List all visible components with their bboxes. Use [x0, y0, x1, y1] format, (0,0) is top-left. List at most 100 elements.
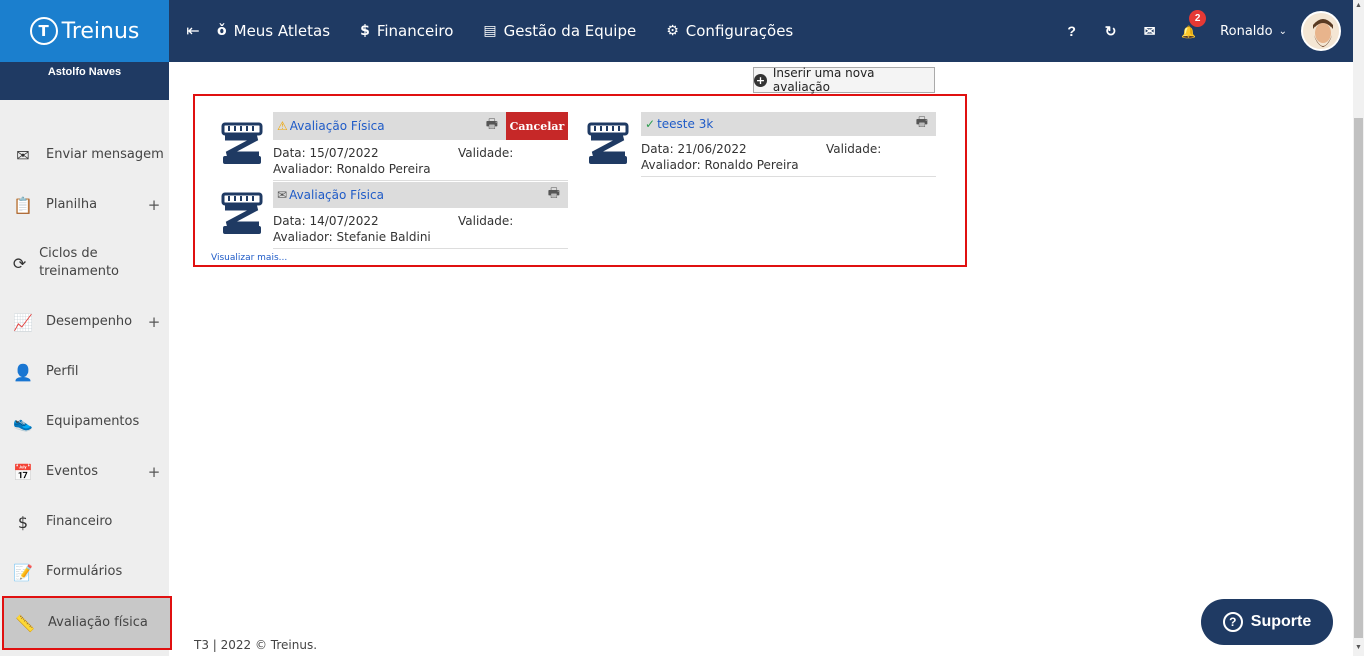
measure-tape-icon: 📏	[15, 613, 35, 633]
new-evaluation-button[interactable]: + Inserir uma nova avaliação	[753, 66, 935, 94]
sidebar-item-label: Ciclos de treinamento	[39, 246, 120, 279]
cancel-button[interactable]: Cancelar	[506, 112, 568, 140]
evaluation-title-link[interactable]: Avaliação Física	[290, 119, 385, 133]
print-icon[interactable]: 🖶	[486, 115, 498, 137]
measure-tape-icon	[221, 122, 263, 164]
evaluation-validity: Validade:	[458, 214, 514, 228]
sidebar-item-enviar-mensagem[interactable]: ✉ Enviar mensagem	[0, 135, 169, 175]
nav-label: Configurações	[685, 22, 794, 40]
sidebar-item-label: Eventos	[46, 464, 98, 479]
avatar[interactable]	[1301, 11, 1341, 51]
sidebar-toggle-icon[interactable]: ⇤	[169, 21, 217, 41]
expand-plus-icon[interactable]: +	[139, 196, 169, 214]
gears-icon: ⚙	[666, 23, 679, 39]
evaluation-validity: Validade:	[826, 142, 882, 156]
logo-mark-icon: T	[29, 17, 58, 45]
evaluation-evaluator: Avaliador: Ronaldo Pereira	[273, 162, 431, 176]
sidebar-item-desempenho[interactable]: 📈 Desempenho +	[0, 302, 169, 342]
scroll-up-icon[interactable]: ▲	[1354, 2, 1363, 12]
page-scrollbar[interactable]: ▲ ▼	[1353, 0, 1364, 656]
check-icon: ✓	[645, 117, 656, 131]
sidebar-item-label: Planilha	[46, 197, 98, 212]
support-label: Suporte	[1250, 613, 1312, 630]
top-navbar: ⇤ ǒ Meus Atletas $ Financeiro ▤ Gestão d…	[169, 0, 1353, 62]
evaluation-details: ⚠ Avaliação Física 🖶 Cancelar Data: 15/0…	[273, 112, 568, 181]
calendar-icon: 📅	[13, 462, 33, 482]
help-icon[interactable]: ?	[1052, 23, 1091, 39]
evaluation-info: Data: 21/06/2022 Validade: Avaliador: Ro…	[641, 136, 936, 176]
evaluation-details: ✉ Avaliação Física 🖶 Data: 14/07/2022 Va…	[273, 182, 568, 249]
user-menu-name[interactable]: Ronaldo	[1220, 24, 1272, 39]
nav-meus-atletas[interactable]: ǒ Meus Atletas	[217, 22, 330, 40]
new-evaluation-label: Inserir uma nova avaliação	[772, 66, 875, 94]
contact-card-icon: ▤	[483, 23, 497, 39]
evaluation-header: ✉ Avaliação Física 🖶	[273, 182, 568, 208]
shoe-icon: 👟	[13, 412, 33, 432]
nav-financeiro[interactable]: $ Financeiro	[360, 22, 453, 40]
notifications-bell-icon[interactable]: 🔔 2	[1169, 10, 1208, 39]
sidebar-item-eventos[interactable]: 📅 Eventos +	[0, 452, 169, 492]
treinus-logo: T Treinus	[29, 17, 140, 45]
sidebar-item-label: Perfil	[46, 364, 79, 379]
sidebar-item-label: Enviar mensagem	[46, 147, 164, 162]
sidebar-item-label: Desempenho	[46, 314, 133, 329]
envelope-icon: ✉	[277, 188, 288, 202]
sidebar-item-formularios[interactable]: 📝 Formulários	[0, 552, 169, 592]
chevron-down-icon[interactable]: ⌄	[1279, 26, 1287, 37]
print-icon[interactable]: 🖶	[548, 184, 560, 206]
evaluation-details: ✓ teeste 3k 🖶 Data: 21/06/2022 Validade:…	[641, 112, 936, 177]
nav-label: Financeiro	[376, 22, 454, 40]
sidebar-item-equipamentos[interactable]: 👟 Equipamentos	[0, 402, 169, 442]
evaluation-date: Data: 14/07/2022	[273, 214, 379, 228]
evaluation-info: Data: 15/07/2022 Validade: Avaliador: Ro…	[273, 140, 568, 180]
evaluation-date: Data: 15/07/2022	[273, 146, 379, 160]
nav-gestao-equipe[interactable]: ▤ Gestão da Equipe	[483, 22, 636, 40]
scroll-thumb[interactable]	[1354, 118, 1363, 638]
envelope-icon: ✉	[16, 145, 30, 165]
question-circle-icon: ?	[1222, 612, 1243, 632]
plus-circle-icon: +	[754, 73, 767, 87]
evaluation-header: ✓ teeste 3k 🖶	[641, 112, 936, 136]
user-icon: 👤	[13, 362, 33, 382]
evaluation-title-link[interactable]: teeste 3k	[657, 117, 713, 131]
form-edit-icon: 📝	[13, 562, 33, 582]
evaluation-info: Data: 14/07/2022 Validade: Avaliador: St…	[273, 208, 568, 248]
sidebar-item-planilha[interactable]: 📋 Planilha +	[0, 185, 169, 225]
sidebar-item-financeiro[interactable]: $ Financeiro	[0, 502, 169, 542]
footer-text: T3 | 2022 © Treinus.	[194, 638, 318, 652]
sidebar-item-label: Avaliação física	[48, 615, 148, 630]
sidebar-item-perfil[interactable]: 👤 Perfil	[0, 352, 169, 392]
nav-label: Gestão da Equipe	[503, 22, 637, 40]
nav-configuracoes[interactable]: ⚙ Configurações	[666, 22, 793, 40]
print-icon[interactable]: 🖶	[916, 113, 928, 135]
sidebar-item-avaliacao-fisica[interactable]: 📏 Avaliação física	[2, 596, 172, 650]
sidebar-item-label: Financeiro	[46, 514, 113, 529]
mail-icon[interactable]: ✉	[1130, 23, 1169, 40]
bell-icon: 🔔	[1181, 25, 1197, 39]
athlete-name: Astolfo Naves	[0, 62, 169, 100]
see-more-link[interactable]: Visualizar mais...	[211, 253, 287, 263]
notification-count-badge: 2	[1189, 10, 1207, 27]
expand-plus-icon[interactable]: +	[139, 463, 169, 481]
dollar-icon: $	[360, 23, 370, 39]
evaluation-evaluator: Avaliador: Ronaldo Pereira	[641, 158, 799, 172]
support-button[interactable]: ? Suporte	[1201, 599, 1333, 645]
sidebar-item-label: Formulários	[46, 564, 123, 579]
chart-line-icon: 📈	[13, 312, 33, 332]
evaluation-header: ⚠ Avaliação Física 🖶 Cancelar	[273, 112, 568, 140]
top-right-actions: ? ↻ ✉ 🔔 2 Ronaldo ⌄	[1052, 10, 1353, 51]
measure-tape-icon	[221, 192, 263, 234]
evaluation-evaluator: Avaliador: Stefanie Baldini	[273, 230, 431, 244]
sidebar-item-ciclos[interactable]: ⟳ Ciclos de treinamento	[0, 243, 169, 283]
scroll-down-icon[interactable]: ▼	[1354, 644, 1363, 654]
evaluation-validity: Validade:	[458, 146, 514, 160]
brand-logo-area[interactable]: T Treinus	[0, 0, 169, 62]
evaluation-title-link[interactable]: Avaliação Física	[289, 188, 384, 202]
sync-icon[interactable]: ↻	[1091, 23, 1130, 40]
brand-name: Treinus	[61, 18, 140, 44]
medal-icon: ǒ	[217, 23, 227, 39]
nav-label: Meus Atletas	[233, 22, 331, 40]
dollar-icon: $	[17, 512, 29, 532]
expand-plus-icon[interactable]: +	[139, 313, 169, 331]
clipboard-icon: 📋	[13, 195, 33, 215]
